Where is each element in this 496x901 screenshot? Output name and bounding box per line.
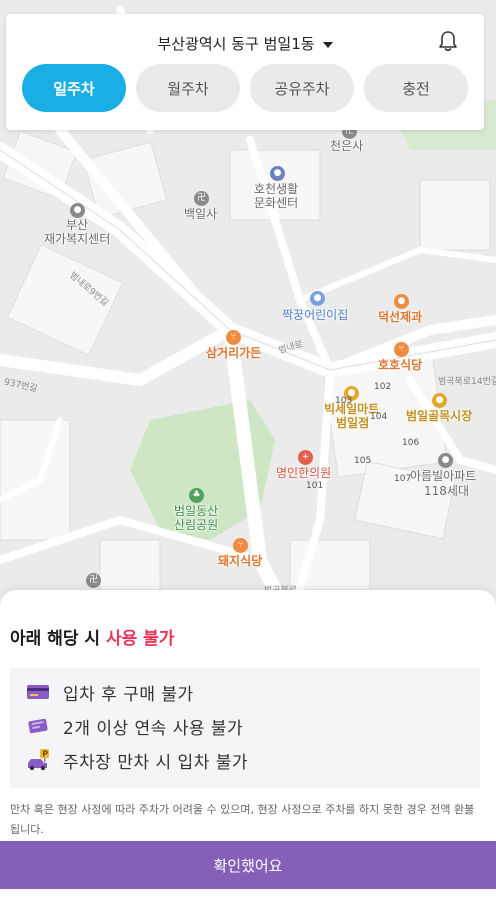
restriction-item: 2개 이상 연속 사용 불가 (26, 714, 244, 739)
poi-beomil-market[interactable]: 범일골목시장 (406, 409, 472, 423)
building-number: 104 (370, 412, 388, 422)
restaurant-icon: ⑂ (233, 538, 248, 553)
temple-icon: 卍 (194, 191, 209, 206)
refund-notice: 만차 혹은 현장 사정에 따라 주차가 어려울 수 있으며, 현장 사정으로 주… (10, 803, 475, 836)
poi-deokseon[interactable]: 덕선제과 (378, 310, 422, 324)
tab-daily-parking[interactable]: 일주차 (22, 64, 126, 112)
building-number: 103 (335, 396, 353, 406)
svg-text:P: P (42, 750, 48, 759)
restriction-list: 입차 후 구매 불가 2개 이상 연속 사용 불가 P 주차장 만차 시 입차 … (10, 668, 480, 788)
market-icon: ● (432, 393, 447, 408)
temple-icon: 卍 (86, 573, 101, 588)
poi-bigsale-line2[interactable]: 범일점 (336, 416, 369, 430)
poi-busan-line1[interactable]: 부산 (66, 218, 88, 232)
poi-cheoneunsa[interactable]: 천은사 (330, 139, 363, 153)
location-selector[interactable]: 부산광역시 동구 범일1동 (6, 33, 484, 54)
building-number: 102 (374, 382, 392, 392)
bell-icon[interactable] (438, 30, 458, 52)
chevron-down-icon (322, 41, 333, 48)
confirm-button[interactable]: 확인했어요 (0, 841, 496, 889)
restaurant-icon: ⑂ (226, 330, 241, 345)
poi-areumvilla-line1[interactable]: 아름빌아파트 (410, 469, 476, 483)
parking-type-tabs: 일주차 월주차 공유주차 충전 (22, 64, 468, 112)
community-center-icon: ● (270, 166, 285, 181)
poi-busan-line2[interactable]: 재가복지센터 (44, 232, 110, 246)
poi-jjakkung[interactable]: 짝꿍어린이집 (282, 308, 348, 322)
building-number: 106 (402, 438, 420, 448)
restriction-item: P 주차장 만차 시 입차 불가 (26, 748, 249, 773)
poi-hocheon-line2[interactable]: 문화센터 (254, 196, 298, 210)
credit-card-icon (27, 685, 49, 699)
restriction-text: 주차장 만차 시 입차 불가 (63, 752, 249, 773)
road-label: 범곡북로14번길 (438, 377, 496, 387)
apartment-icon: ● (438, 453, 453, 468)
park-icon: ♣ (189, 488, 204, 503)
sheet-title-prefix: 아래 해당 시 (10, 629, 106, 649)
parking-full-icon: P (28, 749, 49, 771)
location-text: 부산광역시 동구 범일1동 (157, 35, 315, 53)
top-card: 부산광역시 동구 범일1동 일주차 월주차 공유주차 충전 (6, 14, 484, 130)
poi-baegilsa[interactable]: 백일사 (184, 207, 217, 221)
ticket-icon (28, 718, 48, 734)
restriction-item: 입차 후 구매 불가 (26, 680, 194, 705)
bakery-icon: ● (394, 294, 409, 309)
poi-park-line2[interactable]: 산림공원 (174, 518, 218, 532)
poi-myeongin[interactable]: 명인한의원 (276, 466, 331, 480)
building-number: 101 (306, 481, 324, 491)
usage-restriction-sheet: 아래 해당 시 사용 불가 입차 후 구매 불가 2개 이상 연속 사용 불가 … (0, 590, 496, 901)
tab-charging[interactable]: 충전 (364, 64, 468, 112)
welfare-center-icon: ● (70, 203, 85, 218)
building-number: 107 (394, 474, 412, 484)
building-number: 105 (354, 456, 372, 466)
restaurant-icon: ⑂ (394, 342, 409, 357)
poi-hocheon-line1[interactable]: 호천생활 (254, 182, 298, 196)
hospital-icon: + (298, 450, 313, 465)
sheet-title-highlight: 사용 불가 (105, 629, 175, 649)
kindergarten-icon: ● (310, 291, 325, 306)
poi-park-line1[interactable]: 범일동산 (174, 504, 218, 518)
poi-samgeori[interactable]: 삼거리가든 (206, 346, 261, 360)
poi-areumvilla-line2[interactable]: 118세대 (424, 484, 469, 498)
restriction-text: 입차 후 구매 불가 (63, 684, 194, 705)
poi-hoho[interactable]: 호호식당 (378, 358, 422, 372)
tab-shared-parking[interactable]: 공유주차 (250, 64, 354, 112)
poi-dwaeji[interactable]: 돼지식당 (218, 554, 262, 568)
sheet-title: 아래 해당 시 사용 불가 (10, 624, 174, 649)
tab-monthly-parking[interactable]: 월주차 (136, 64, 240, 112)
restriction-text: 2개 이상 연속 사용 불가 (63, 718, 244, 739)
